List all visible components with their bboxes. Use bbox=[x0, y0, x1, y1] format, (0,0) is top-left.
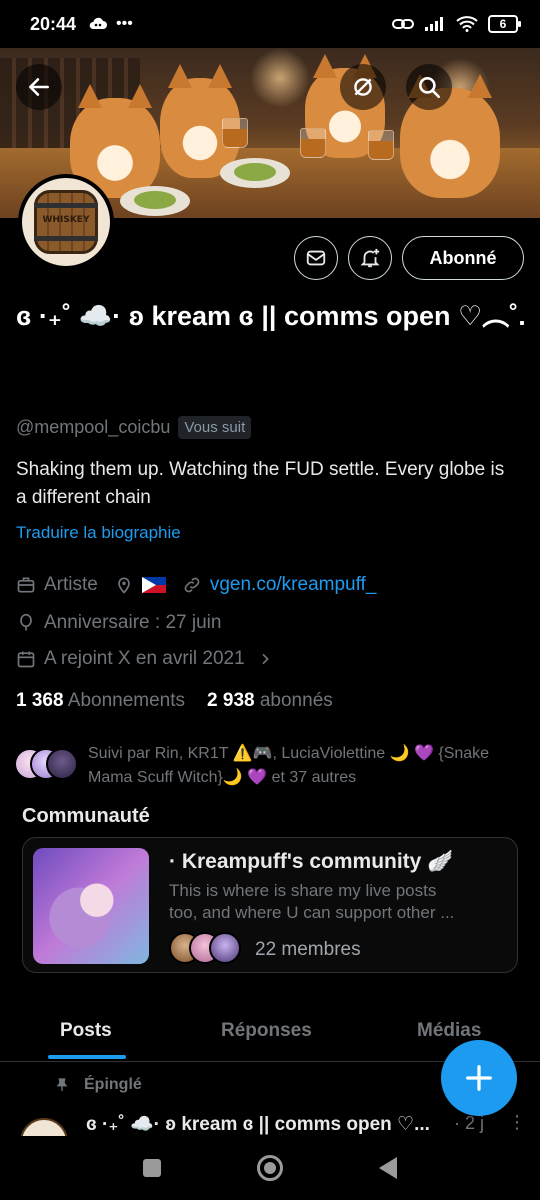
grok-icon bbox=[354, 78, 372, 96]
pinned-indicator: Épinglé bbox=[54, 1076, 142, 1094]
cloud-game-icon bbox=[89, 17, 108, 29]
follows-you-badge: Vous suit bbox=[178, 416, 252, 439]
followers-stat[interactable]: 2 938 abonnés bbox=[207, 690, 333, 712]
handle-row: @mempool_coicbu Vous suit bbox=[16, 416, 252, 439]
profile-website-link[interactable]: vgen.co/kreampuff_ bbox=[210, 574, 377, 596]
following-label: Abonnements bbox=[67, 690, 186, 711]
plus-icon bbox=[466, 1065, 492, 1091]
tab-replies[interactable]: Réponses bbox=[221, 1020, 312, 1042]
food-plate-image bbox=[120, 186, 190, 216]
followers-count: 2 938 bbox=[207, 690, 255, 711]
follower-avatars bbox=[14, 748, 78, 784]
whiskey-glass-image bbox=[222, 118, 248, 148]
community-description: This is where is share my live posts too… bbox=[169, 881, 455, 922]
community-card[interactable]: · Kreampuff's community 🪽 This is where … bbox=[22, 837, 518, 973]
search-icon bbox=[419, 77, 441, 99]
community-members: 22 membres bbox=[169, 932, 361, 968]
member-avatars bbox=[169, 932, 245, 968]
profile-category: Artiste bbox=[44, 574, 98, 595]
following-button[interactable]: Abonné bbox=[402, 236, 524, 280]
calendar-icon bbox=[17, 651, 35, 668]
status-bar: 20:44 ••• 6 bbox=[0, 0, 540, 48]
pin-icon bbox=[56, 1078, 68, 1091]
following-stat[interactable]: 1 368 Abonnements bbox=[16, 690, 185, 712]
followed-by-row[interactable]: Suivi par Rin, KR1T ⚠️🎮, LuciaViolettine… bbox=[14, 742, 524, 790]
grok-button[interactable] bbox=[340, 64, 386, 110]
recents-square-icon[interactable] bbox=[143, 1159, 161, 1177]
notifications-button[interactable] bbox=[348, 236, 392, 280]
pinned-label: Épinglé bbox=[84, 1076, 142, 1093]
post-author-avatar[interactable] bbox=[20, 1118, 68, 1136]
location-pin-icon bbox=[118, 577, 130, 594]
joined-row[interactable]: A rejoint X en avril 2021 bbox=[16, 648, 273, 670]
message-button[interactable] bbox=[294, 236, 338, 280]
system-nav-bar bbox=[0, 1136, 540, 1200]
followed-by-text: Suivi par Rin, KR1T ⚠️🎮, LuciaViolettine… bbox=[88, 745, 490, 786]
mail-icon bbox=[306, 250, 326, 266]
link-icon bbox=[392, 19, 414, 29]
bell-plus-icon bbox=[360, 248, 380, 268]
home-circle-icon[interactable] bbox=[257, 1155, 283, 1181]
avatar bbox=[209, 932, 241, 964]
members-count: 22 membres bbox=[255, 939, 361, 960]
link-chain-icon bbox=[184, 577, 200, 593]
signal-icon bbox=[425, 17, 443, 31]
translate-bio-link[interactable]: Traduire la biographie bbox=[16, 523, 181, 543]
followers-label: abonnés bbox=[259, 690, 333, 711]
battery-icon: 6 bbox=[488, 15, 521, 33]
more-dots-icon: ••• bbox=[116, 15, 133, 32]
profile-avatar[interactable]: WHISKEY bbox=[18, 174, 114, 270]
back-triangle-icon[interactable] bbox=[379, 1157, 397, 1179]
post-time: · 2 j bbox=[454, 1113, 485, 1133]
active-tab-indicator bbox=[48, 1055, 126, 1059]
profile-bio: Shaking them up. Watching the FUD settle… bbox=[16, 459, 505, 508]
tab-posts[interactable]: Posts bbox=[60, 1020, 112, 1042]
chevron-right-icon bbox=[262, 653, 269, 665]
arrow-left-icon bbox=[29, 78, 49, 96]
post-more-icon[interactable]: ⋮ bbox=[508, 1112, 520, 1133]
barrel-label: WHISKEY bbox=[42, 215, 90, 225]
briefcase-icon bbox=[17, 577, 35, 593]
whiskey-barrel-image: WHISKEY bbox=[34, 190, 98, 254]
philippines-flag-icon bbox=[141, 577, 166, 593]
community-section-title: Communauté bbox=[22, 805, 150, 827]
tab-media[interactable]: Médias bbox=[417, 1020, 481, 1042]
search-button[interactable] bbox=[406, 64, 452, 110]
birthday-text: Anniversaire : 27 juin bbox=[44, 612, 222, 633]
pinned-post[interactable]: ɞ ·₊˚ ☁️· ʚ kream ɞ || comms open ♡... ·… bbox=[20, 1106, 520, 1136]
profile-meta-row: Artiste vgen.co/kreampuff_ bbox=[16, 574, 376, 596]
avatar bbox=[46, 748, 78, 780]
wifi-icon bbox=[456, 16, 478, 32]
community-image bbox=[33, 848, 149, 964]
whiskey-glass-image bbox=[368, 130, 394, 160]
birthday-row: Anniversaire : 27 juin bbox=[16, 612, 221, 634]
post-author-name[interactable]: ɞ ·₊˚ ☁️· ʚ kream ɞ || comms open ♡... bbox=[86, 1112, 430, 1136]
user-handle: @mempool_coicbu bbox=[16, 417, 171, 437]
back-button[interactable] bbox=[16, 64, 62, 110]
community-name: · Kreampuff's community 🪽 bbox=[169, 850, 454, 873]
compose-button[interactable] bbox=[441, 1040, 517, 1116]
status-time: 20:44 bbox=[30, 13, 77, 34]
display-name: ɞ ·₊˚ ☁️· ʚ kream ɞ || comms open ♡︵˚. bbox=[16, 301, 526, 331]
following-count: 1 368 bbox=[16, 690, 64, 711]
food-plate-image bbox=[220, 158, 290, 188]
follow-stats: 1 368 Abonnements 2 938 abonnés bbox=[16, 690, 333, 712]
whiskey-glass-image bbox=[300, 128, 326, 158]
joined-date: A rejoint X en avril 2021 bbox=[44, 648, 245, 669]
balloon-icon bbox=[20, 613, 32, 631]
